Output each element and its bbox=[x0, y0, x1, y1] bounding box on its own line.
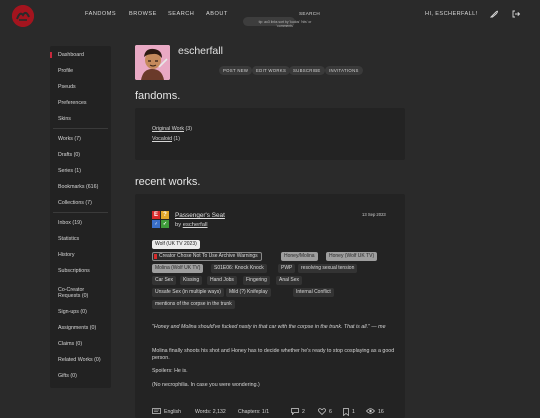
search-tip: tip: ao3 links sort by 'kudos' 'hits' or… bbox=[258, 20, 312, 28]
language-icon bbox=[152, 408, 161, 414]
sidebar-item-sign-ups[interactable]: Sign-ups (0) bbox=[50, 309, 111, 315]
search-button[interactable]: SEARCH bbox=[299, 11, 320, 16]
freeform-tag[interactable]: Car Sex bbox=[152, 276, 177, 285]
search-area: SEARCH tip: ao3 links sort by 'kudos' 'h… bbox=[243, 9, 320, 28]
fandom-count: (3) bbox=[185, 126, 192, 132]
bookmarks-count[interactable]: 1 bbox=[352, 409, 355, 415]
fandom-item: Vocaloid (1) bbox=[152, 136, 180, 142]
summary-paragraph: Molina finally shoots his shot and Honey… bbox=[152, 348, 395, 361]
sidebar-item-pseuds[interactable]: Pseuds bbox=[50, 84, 111, 90]
freeform-tag[interactable]: Fingering bbox=[243, 276, 270, 285]
warning-tag[interactable]: Creator Chose Not To Use Archive Warning… bbox=[152, 252, 262, 261]
fandoms-heading: fandoms. bbox=[135, 90, 181, 102]
fandom-link[interactable]: Original Work bbox=[152, 126, 184, 132]
hits-count: 16 bbox=[378, 409, 384, 415]
subscribe-button[interactable]: SUBSCRIBE bbox=[289, 66, 325, 75]
sidebar-item-inbox[interactable]: Inbox (19) bbox=[50, 220, 111, 226]
comments-icon bbox=[291, 408, 299, 415]
nav-browse[interactable]: BROWSE bbox=[129, 11, 157, 17]
freeform-tag[interactable]: Anal Sex bbox=[276, 276, 303, 285]
quill-icon[interactable] bbox=[489, 9, 499, 19]
sidebar-item-gifts[interactable]: Gifts (0) bbox=[50, 373, 111, 379]
character-tag[interactable]: Honey (Wolf UK TV) bbox=[326, 252, 378, 261]
sidebar-item-profile[interactable]: Profile bbox=[50, 68, 111, 74]
freeform-tag[interactable]: resolving sexual tension bbox=[298, 264, 358, 273]
fandoms-panel bbox=[135, 108, 405, 160]
fandom-tag[interactable]: Wolf (UK TV 2023) bbox=[152, 240, 200, 249]
sidebar-item-assignments[interactable]: Assignments (0) bbox=[50, 325, 111, 331]
freeform-tag[interactable]: PWP bbox=[278, 264, 296, 273]
comments-count[interactable]: 2 bbox=[302, 409, 305, 415]
author-link[interactable]: escherfall bbox=[183, 222, 208, 228]
invitations-button[interactable]: INVITATIONS bbox=[325, 66, 363, 75]
category-mm-icon: ♂ bbox=[152, 220, 160, 228]
kudos-heart-icon bbox=[318, 408, 326, 415]
sidebar-item-collections[interactable]: Collections (7) bbox=[50, 200, 111, 206]
byline-prefix: by bbox=[175, 222, 183, 228]
fandom-count: (1) bbox=[173, 136, 180, 142]
fandom-item: Original Work (3) bbox=[152, 126, 192, 132]
freeform-tag[interactable]: S01E06: Knock Knock bbox=[211, 264, 267, 273]
avatar[interactable] bbox=[135, 45, 170, 80]
sidebar-item-preferences[interactable]: Preferences bbox=[50, 100, 111, 106]
freeform-tag[interactable]: Kissing bbox=[180, 276, 203, 285]
sidebar-item-co-creator-requests[interactable]: Co-Creator Requests (0) bbox=[50, 287, 105, 299]
summary-quote: "Honey and Molina should've fucked nasty… bbox=[152, 324, 386, 330]
words-count: Words: 2,132 bbox=[195, 409, 226, 415]
kudos-count[interactable]: 6 bbox=[329, 409, 332, 415]
work-date: 13 Sep 2023 bbox=[362, 212, 386, 217]
sidebar-item-statistics[interactable]: Statistics bbox=[50, 236, 111, 242]
freeform-tag[interactable]: Unsafe Sex (in multiple ways) bbox=[152, 288, 224, 297]
rating-explicit-icon: E bbox=[152, 211, 160, 219]
sidebar-item-history[interactable]: History bbox=[50, 252, 111, 258]
sidebar-item-works[interactable]: Works (7) bbox=[50, 136, 111, 142]
work-title-link[interactable]: Passenger's Seat bbox=[175, 212, 225, 219]
sidebar-item-claims[interactable]: Claims (0) bbox=[50, 341, 111, 347]
freeform-tag[interactable]: Mild (?) Knifeplay bbox=[226, 288, 271, 297]
warning-choose-not-icon: ? bbox=[161, 211, 169, 219]
hits-eye-icon bbox=[366, 408, 375, 414]
sidebar-divider bbox=[53, 128, 108, 129]
recent-works-heading: recent works. bbox=[135, 176, 201, 188]
ao3-logo[interactable] bbox=[12, 5, 34, 27]
freeform-tag[interactable]: Internal Conflict bbox=[293, 288, 334, 297]
nav-search[interactable]: SEARCH bbox=[168, 11, 194, 17]
sidebar-item-skins[interactable]: Skins bbox=[50, 116, 111, 122]
character-tag[interactable]: Molina (Wolf UK TV) bbox=[152, 264, 204, 273]
complete-work-icon: ✓ bbox=[161, 220, 169, 228]
summary-paragraph: Spoilers: He is. bbox=[152, 368, 188, 374]
sidebar-item-series[interactable]: Series (1) bbox=[50, 168, 111, 174]
profile-username: escherfall bbox=[178, 45, 223, 57]
edit-works-button[interactable]: EDIT WORKS bbox=[252, 66, 291, 75]
logout-icon[interactable] bbox=[511, 9, 521, 19]
nav-about[interactable]: ABOUT bbox=[206, 11, 228, 17]
fandom-link[interactable]: Vocaloid bbox=[152, 136, 172, 142]
sidebar-item-subscriptions[interactable]: Subscriptions bbox=[50, 268, 111, 274]
post-new-button[interactable]: POST NEW bbox=[219, 66, 253, 75]
freeform-tag[interactable]: Hand Jobs bbox=[207, 276, 237, 285]
user-greeting[interactable]: HI, ESCHERFALL! bbox=[425, 11, 478, 17]
sidebar-divider bbox=[53, 212, 108, 213]
required-tags: E ? ♂ ✓ bbox=[152, 211, 169, 228]
sidebar-item-drafts[interactable]: Drafts (0) bbox=[50, 152, 111, 158]
nav-fandoms[interactable]: FANDOMS bbox=[85, 11, 116, 17]
summary-paragraph: (No necrophilia. In case you were wonder… bbox=[152, 382, 260, 388]
dashboard-sidebar: Dashboard Profile Pseuds Preferences Ski… bbox=[50, 46, 111, 388]
work-byline: by escherfall bbox=[175, 222, 208, 228]
relationship-tag[interactable]: Honey/Molina bbox=[281, 252, 318, 261]
language-value: English bbox=[164, 409, 182, 415]
top-header: FANDOMS BROWSE SEARCH ABOUT SEARCH tip: … bbox=[0, 0, 540, 32]
freeform-tag[interactable]: mentions of the corpse in the trunk bbox=[152, 300, 235, 309]
sidebar-item-bookmarks[interactable]: Bookmarks (616) bbox=[50, 184, 111, 190]
bookmark-icon bbox=[343, 408, 349, 416]
chapters-count: Chapters: 1/1 bbox=[238, 409, 270, 415]
sidebar-item-related-works[interactable]: Related Works (0) bbox=[50, 357, 111, 363]
sidebar-item-dashboard[interactable]: Dashboard bbox=[50, 52, 111, 58]
